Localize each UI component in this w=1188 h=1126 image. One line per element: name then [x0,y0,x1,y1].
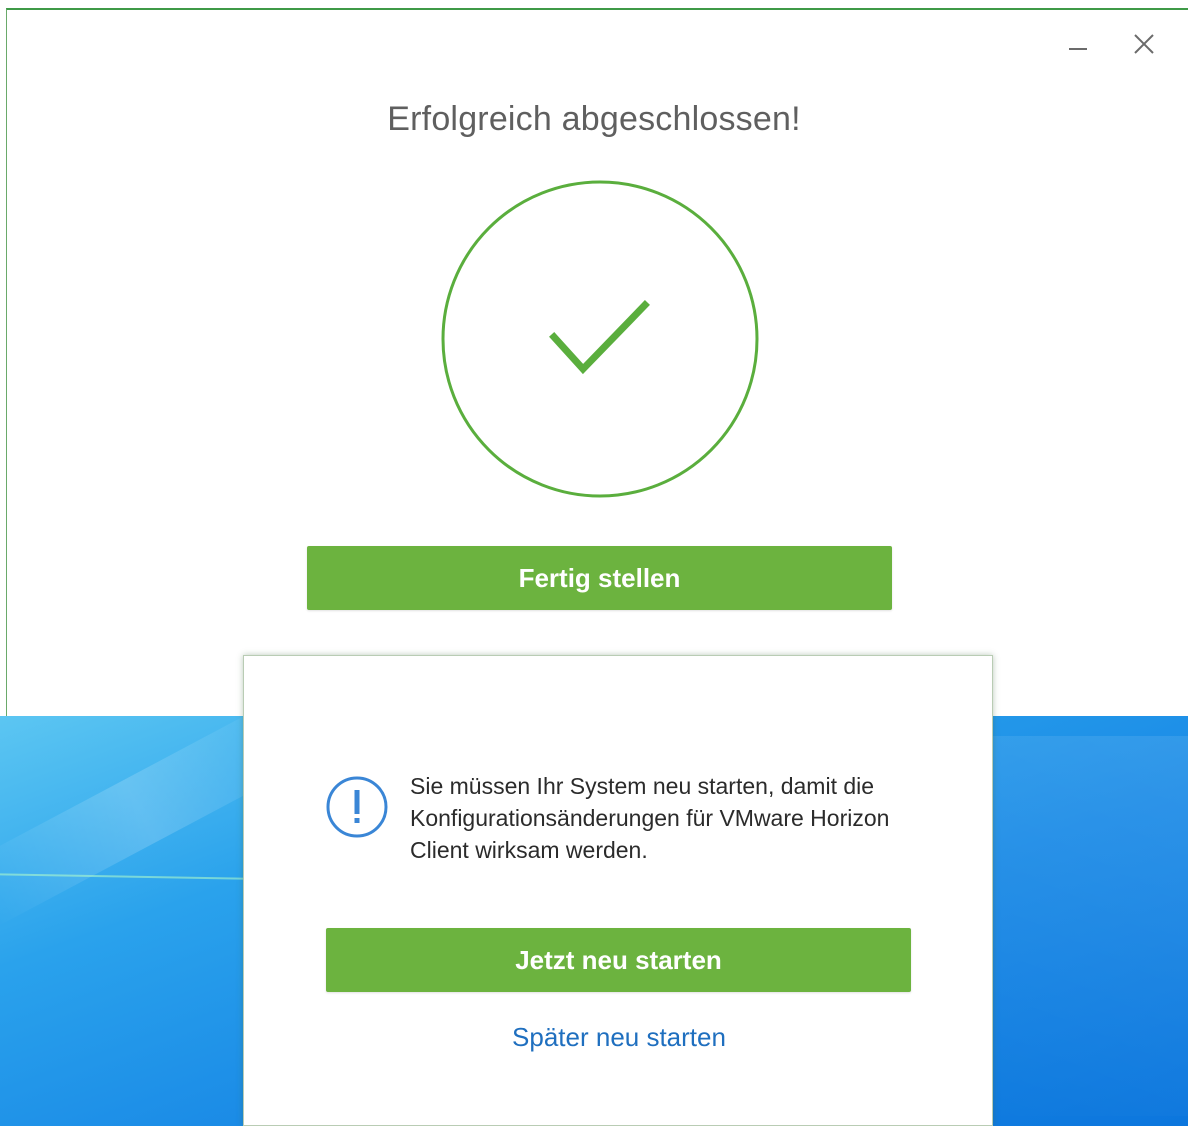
screen: Erfolgreich abgeschlossen! Fertig stelle… [0,0,1188,1126]
restart-message: Sie müssen Ihr System neu starten, damit… [410,773,890,863]
restart-now-button[interactable]: Jetzt neu starten [326,928,911,992]
info-exclamation-icon [325,775,389,839]
desktop-light-glow [968,736,1188,1116]
close-icon [1134,34,1154,54]
checkmark-circle-icon [441,180,759,498]
minimize-button[interactable] [1058,24,1098,64]
restart-later-link[interactable]: Später neu starten [244,1022,994,1053]
success-status [440,179,760,499]
close-button[interactable] [1124,24,1164,64]
finish-button[interactable]: Fertig stellen [307,546,892,610]
restart-dialog: Sie müssen Ihr System neu starten, damit… [243,655,993,1126]
minimize-icon [1069,48,1087,50]
page-title: Erfolgreich abgeschlossen! [387,100,801,138]
